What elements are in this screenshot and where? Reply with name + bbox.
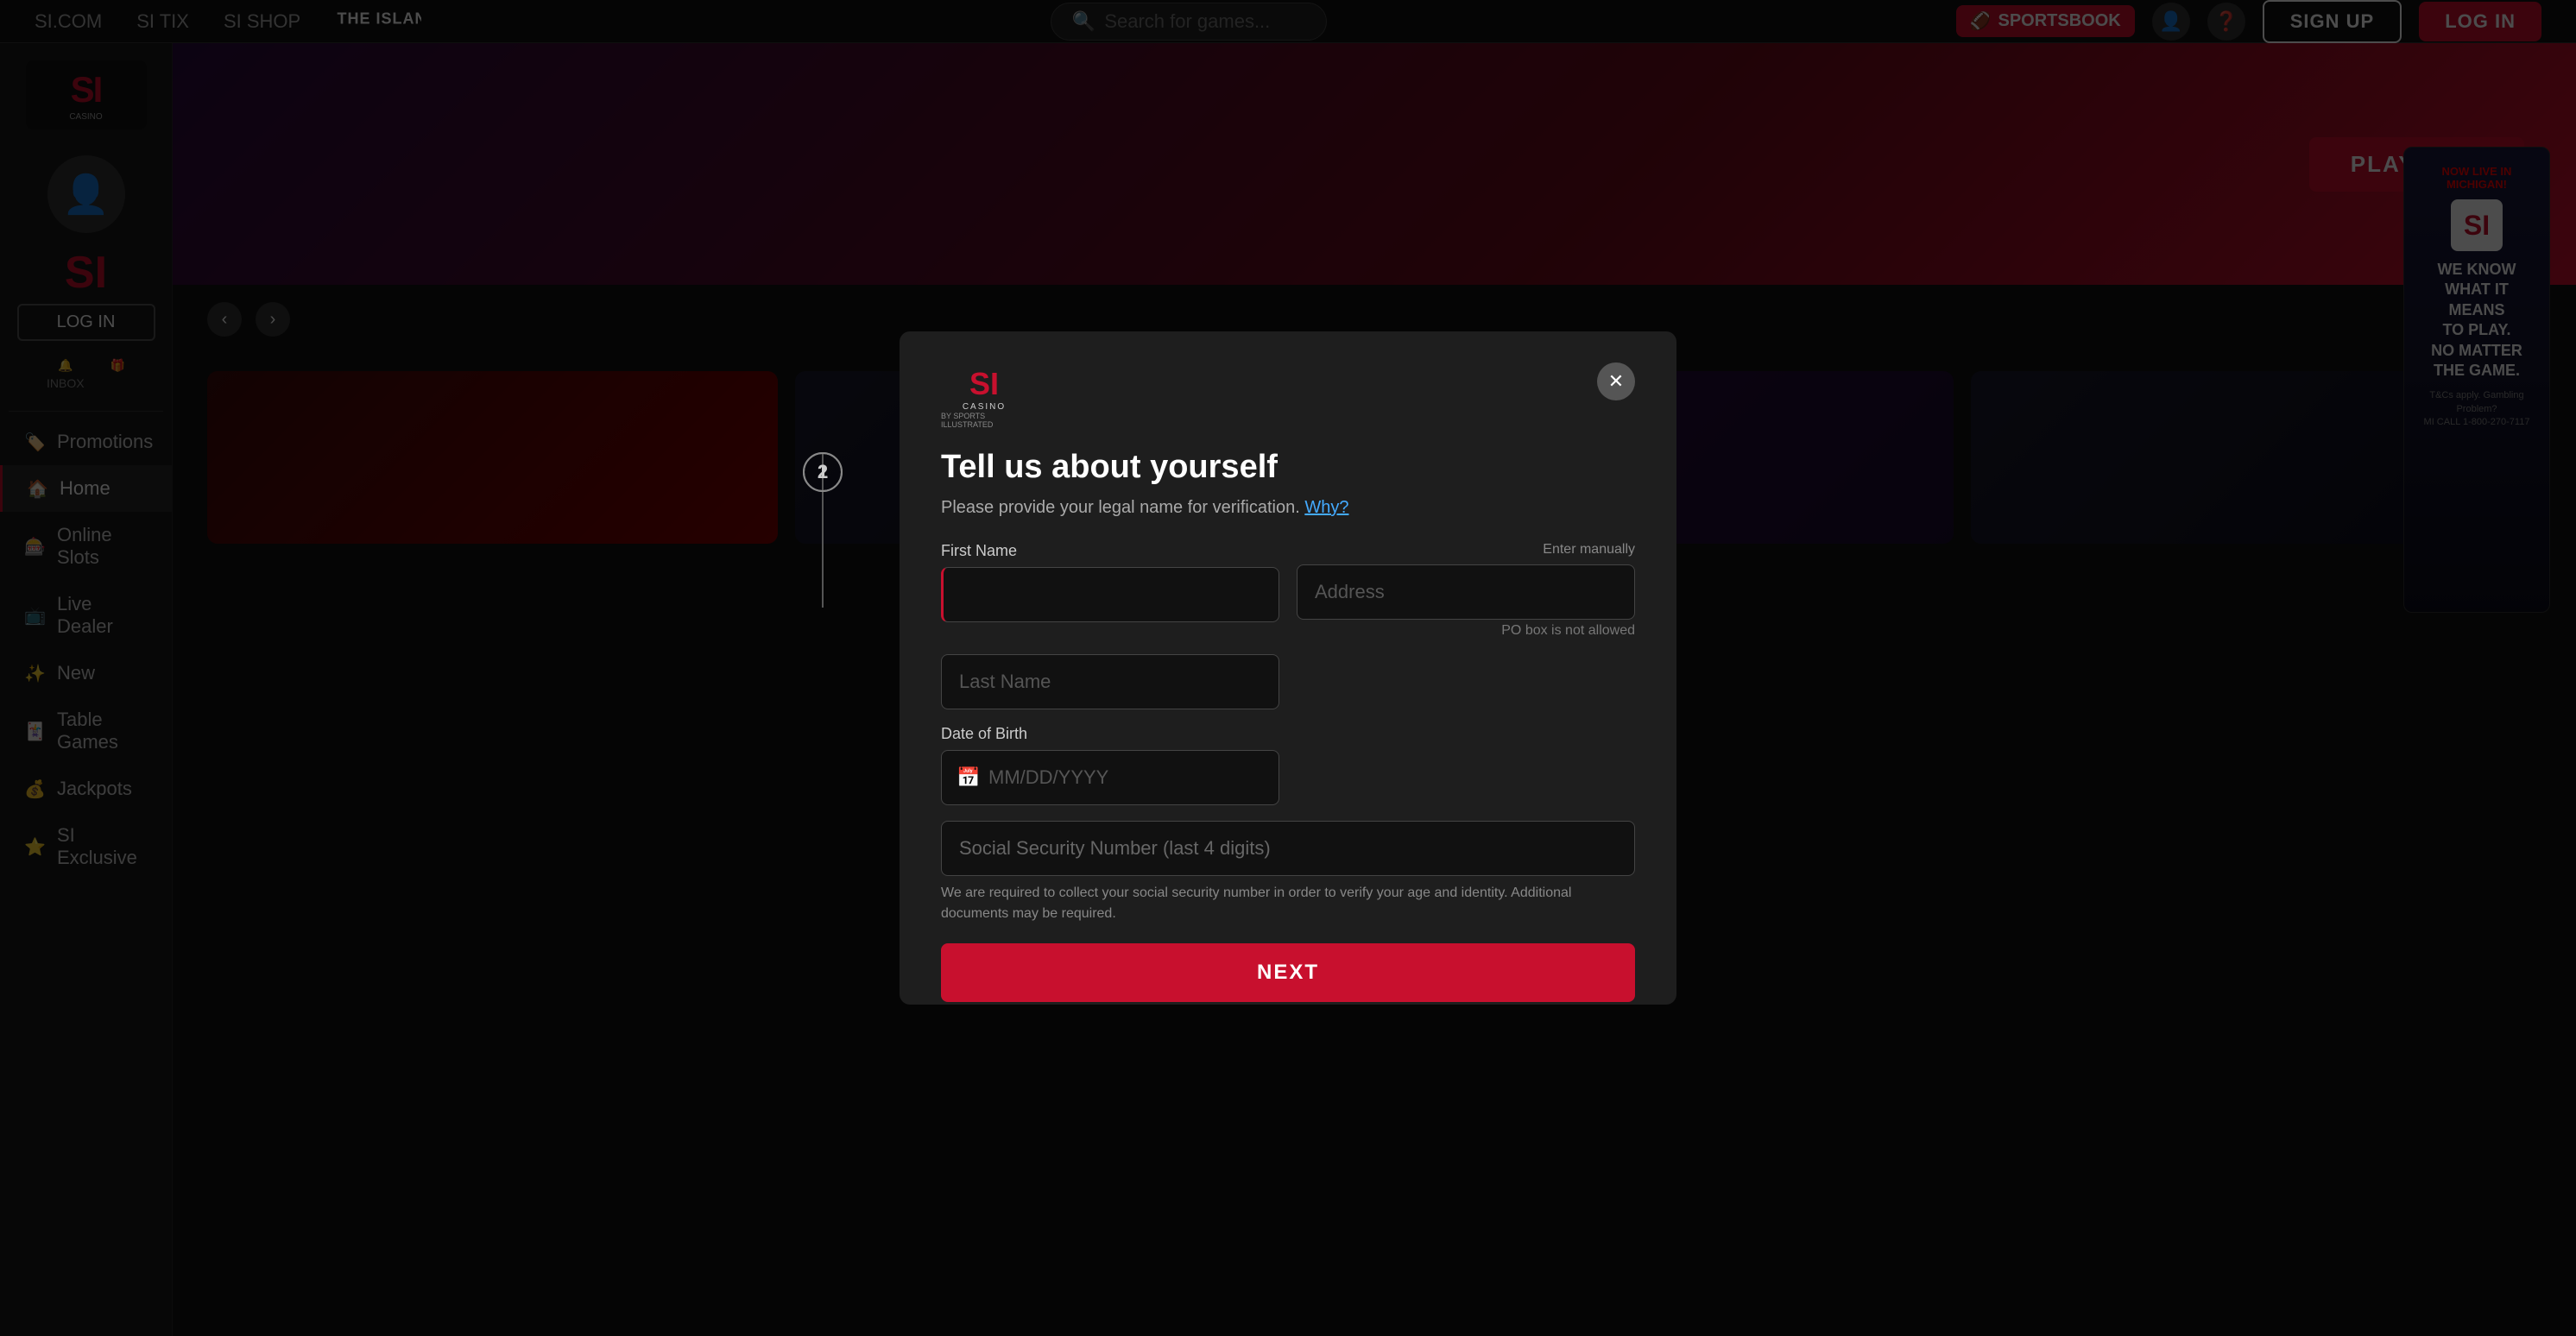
first-name-group: First Name (941, 542, 1279, 639)
ssn-row: We are required to collect your social s… (941, 821, 1635, 924)
dob-group: Date of Birth 📅 (941, 725, 1279, 805)
modal-logo-sub: BY SPORTS ILLUSTRATED (941, 412, 1027, 429)
first-name-label: First Name (941, 542, 1279, 560)
modal-overlay: 1 2 SI CASINO BY SPORTS ILLUSTRATED ✕ Te… (0, 0, 2576, 1336)
ssn-disclaimer: We are required to collect your social s… (941, 883, 1635, 924)
modal-with-steps: 1 2 SI CASINO BY SPORTS ILLUSTRATED ✕ Te… (900, 331, 1676, 1005)
modal-header: SI CASINO BY SPORTS ILLUSTRATED ✕ (900, 331, 1676, 449)
modal-dialog: SI CASINO BY SPORTS ILLUSTRATED ✕ Tell u… (900, 331, 1676, 1005)
dob-label: Date of Birth (941, 725, 1279, 743)
form-row-2 (941, 654, 1635, 709)
po-box-note: PO box is not allowed (1297, 623, 1635, 639)
dob-input[interactable] (941, 750, 1279, 805)
step-2-indicator: 2 (803, 452, 843, 492)
form-row-3: Date of Birth 📅 (941, 725, 1635, 805)
first-name-input-wrapper (941, 567, 1279, 622)
dob-spacer (1297, 725, 1635, 805)
last-name-group (941, 654, 1279, 709)
address-input[interactable] (1297, 564, 1635, 620)
enter-manually-label: Enter manually (1297, 542, 1635, 558)
modal-body: Tell us about yourself Please provide yo… (900, 449, 1676, 1005)
last-name-input[interactable] (941, 654, 1279, 709)
modal-logo: SI CASINO BY SPORTS ILLUSTRATED (941, 362, 1027, 432)
form-row-1: First Name Enter manually PO box is not … (941, 542, 1635, 639)
step-indicator-container: 1 2 (822, 452, 824, 608)
next-button[interactable]: NEXT (941, 943, 1635, 1002)
first-name-input[interactable] (941, 567, 1279, 622)
why-link[interactable]: Why? (1304, 498, 1348, 517)
ssn-input[interactable] (941, 821, 1635, 876)
modal-subtitle: Please provide your legal name for verif… (941, 498, 1635, 518)
dob-input-wrapper: 📅 (941, 750, 1279, 805)
modal-logo-casino: CASINO (963, 402, 1006, 412)
modal-title: Tell us about yourself (941, 449, 1635, 486)
modal-logo-si: SI (969, 366, 999, 402)
address-spacer (1297, 654, 1635, 709)
calendar-icon: 📅 (957, 766, 980, 789)
address-group: Enter manually PO box is not allowed (1297, 542, 1635, 639)
modal-close-button[interactable]: ✕ (1597, 362, 1635, 400)
